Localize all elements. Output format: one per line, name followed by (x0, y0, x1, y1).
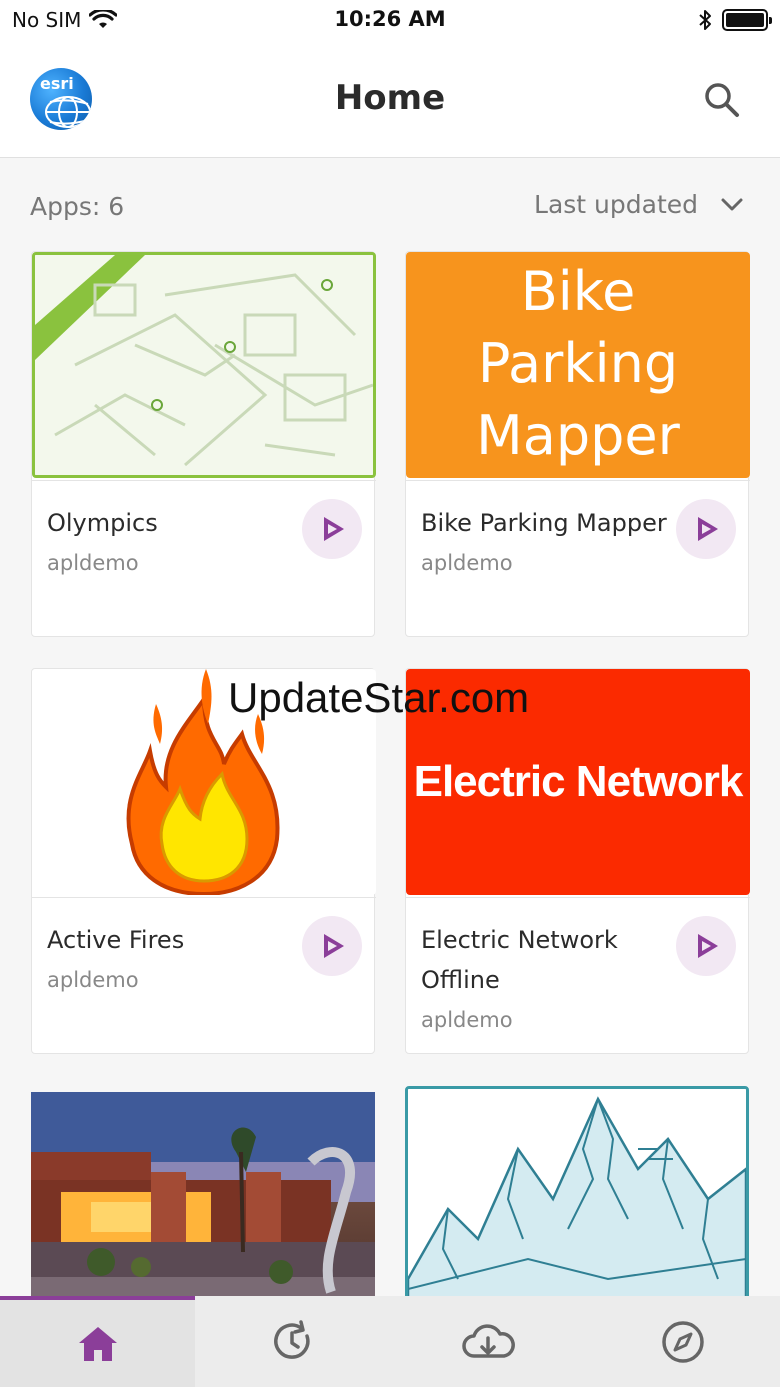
status-bar: No SIM 10:26 AM (0, 0, 780, 40)
app-title: Bike Parking Mapper (421, 509, 667, 537)
app-owner: apldemo (47, 551, 139, 575)
app-card[interactable]: Olympics apldemo (31, 251, 376, 637)
play-button[interactable] (676, 499, 736, 559)
map-thumbnail-image (35, 255, 373, 475)
sort-label: Last updated (534, 190, 698, 219)
app-title: Active Fires (47, 926, 185, 954)
watermark: UpdateStar.com (228, 674, 530, 721)
home-icon (78, 1326, 117, 1361)
app-card[interactable] (405, 1086, 749, 1312)
history-icon (273, 1319, 310, 1359)
tab-downloads[interactable] (390, 1296, 585, 1387)
app-thumbnail[interactable] (405, 1086, 749, 1312)
app-card-info: Electric Network Offline apldemo (406, 897, 750, 1054)
play-button[interactable] (302, 916, 362, 976)
app-header: esri Home (0, 40, 780, 158)
app-count-label: Apps: 6 (30, 192, 125, 221)
thumbnail-text-line: Parking (477, 332, 679, 395)
app-card[interactable] (31, 1092, 375, 1312)
status-time: 10:26 AM (334, 7, 446, 31)
app-card-info: Bike Parking Mapper apldemo (406, 480, 750, 637)
cloud-download-icon (461, 1323, 515, 1358)
building-photo (31, 1092, 375, 1312)
play-button[interactable] (302, 499, 362, 559)
compass-icon (661, 1320, 704, 1363)
app-card-info: Active Fires apldemo (32, 897, 376, 1054)
thumbnail-text-line: Bike (520, 260, 636, 323)
app-title-group: Active Fires apldemo (47, 920, 297, 1000)
search-button[interactable] (702, 80, 742, 120)
chevron-down-icon (721, 198, 743, 210)
tab-home[interactable] (0, 1296, 195, 1387)
sort-bar: Apps: 6 Last updated (0, 158, 780, 250)
bottom-tab-bar (0, 1296, 780, 1387)
app-card[interactable]: Electric Network Electric Network Offlin… (405, 668, 750, 1054)
thumbnail-text-line: Mapper (476, 404, 680, 467)
tab-explore[interactable] (585, 1296, 780, 1387)
app-card[interactable]: Active Fires apldemo (31, 668, 376, 1054)
thumbnail-text: Electric Network (413, 757, 744, 806)
app-thumbnail[interactable] (32, 252, 376, 478)
app-title: Olympics (47, 509, 158, 537)
mountain-thumbnail-image (408, 1089, 746, 1309)
app-title-group: Electric Network Offline apldemo (421, 920, 671, 1040)
app-thumbnail[interactable]: Bike Parking Mapper (406, 252, 750, 478)
app-card[interactable]: Bike Parking Mapper Bike Parking Mapper … (405, 251, 750, 637)
app-title: Electric Network Offline (421, 926, 618, 994)
app-title-group: Bike Parking Mapper apldemo (421, 503, 671, 583)
app-thumbnail[interactable] (31, 1092, 375, 1312)
page-title: Home (334, 78, 446, 118)
app-owner: apldemo (421, 551, 513, 575)
app-owner: apldemo (421, 1008, 513, 1032)
bluetooth-icon (699, 10, 711, 30)
sort-dropdown[interactable]: Last updated (534, 190, 744, 219)
app-title-group: Olympics apldemo (47, 503, 297, 583)
battery-icon (722, 9, 772, 31)
search-icon (705, 83, 739, 117)
play-button[interactable] (676, 916, 736, 976)
app-card-info: Olympics apldemo (32, 480, 376, 637)
app-owner: apldemo (47, 968, 139, 992)
tab-recent[interactable] (195, 1296, 390, 1387)
status-right-group (698, 8, 772, 32)
